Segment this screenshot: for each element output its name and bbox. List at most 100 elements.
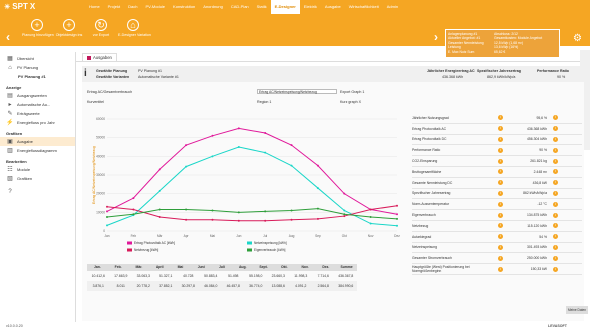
sidebar-item-grafiken[interactable]: ▧ Grafiken xyxy=(0,174,75,183)
x-tick-label: Jun xyxy=(236,234,241,238)
list-icon: ▸ xyxy=(8,102,12,108)
info-icon[interactable]: i xyxy=(498,266,503,272)
info-icon[interactable]: i xyxy=(553,126,558,132)
sidebar-item-pv-planung-1[interactable]: PV Planung #1 xyxy=(0,72,75,81)
result-name: Performance Ratio xyxy=(412,148,441,153)
info-icon[interactable]: i xyxy=(498,136,503,142)
info-icon[interactable]: i xyxy=(498,244,503,250)
data-point xyxy=(264,151,267,154)
sidebar-item-module[interactable]: ☷ Module xyxy=(0,165,75,174)
sidebar-item-label: PV Planung #1 xyxy=(18,74,46,79)
info-icon[interactable]: i xyxy=(553,266,558,272)
sidebar-item-energieflussdiagramm[interactable]: ▥ Energieflussdiagramm xyxy=(0,146,75,155)
data-point xyxy=(158,189,161,192)
chevron-right-icon[interactable]: › xyxy=(434,30,438,44)
info-icon[interactable]: i xyxy=(553,244,558,250)
nav-item-statik[interactable]: Statik xyxy=(253,0,271,14)
nav-item-cad-plan[interactable]: CAD-Plan xyxy=(227,0,253,14)
toolbar-button-1[interactable]: + Objektdesign ins xyxy=(54,19,84,37)
house-icon: ⌂ xyxy=(8,64,12,71)
nav-item-wirtschaftlichkeit[interactable]: Wirtschaftlichkeit xyxy=(345,0,383,14)
toolbar-button-2[interactable]: ↻ vor Export xyxy=(86,19,116,37)
sidebar-item-label: Energieflussdiagramm xyxy=(17,148,57,153)
result-row: Ertrag Photovoltaik DC i 456.304 kWh i xyxy=(412,135,582,146)
export-graph-label[interactable]: Export Graph 1 xyxy=(340,90,364,94)
result-row: Norm-Aussentemperatur i -12 °C i xyxy=(412,199,582,211)
sidebar-item-pv-planung[interactable]: ⌂ PV Planung xyxy=(0,63,75,72)
info-icon[interactable]: i xyxy=(553,234,558,240)
toolbar-button-0[interactable]: + Planung hinzufügen xyxy=(22,19,54,37)
summary-label-variante: Gewählte Varianten xyxy=(96,75,130,79)
version-text: v10.0.0.20 xyxy=(6,324,23,328)
x-tick-label: Sep xyxy=(315,234,321,238)
info-icon[interactable]: i xyxy=(553,212,558,218)
sidebar-item-automatische-au-[interactable]: ▸ Automatische Au... xyxy=(0,100,75,109)
data-point xyxy=(343,215,346,218)
info-icon[interactable]: i xyxy=(498,234,503,240)
legend-swatch xyxy=(247,241,252,245)
toolbar-button-label: E-Designer Variation xyxy=(118,33,151,37)
nav-item-pv-module[interactable]: PV-Module xyxy=(141,0,169,14)
data-point xyxy=(264,132,267,134)
legend-label: Ertrag Photovoltaik AC [kWh] xyxy=(134,241,175,245)
info-icon[interactable]: i xyxy=(553,136,558,142)
info-icon[interactable]: i xyxy=(553,223,558,229)
footer: v10.0.0.20 LEVASOFT xyxy=(0,322,590,332)
nav-item-anordnung[interactable]: Anordnung xyxy=(199,0,227,14)
sidebar-item-energiefluss-pro-jahr[interactable]: ⚡ Energiefluss pro Jahr xyxy=(0,118,75,127)
chevron-left-icon[interactable]: ‹ xyxy=(6,30,10,44)
result-row: Netzbezug i 115.120 kWh i xyxy=(412,221,582,232)
my-data-button[interactable]: Meine Daten xyxy=(566,306,588,314)
info-icon[interactable]: i xyxy=(498,212,503,218)
info-icon[interactable]: i xyxy=(498,180,503,186)
nav-item-ausgabe[interactable]: Ausgabe xyxy=(321,0,345,14)
tab-row: Ausgaben xyxy=(76,52,590,62)
y-axis-label: Ertrag AC/Netzeinspeisung/Netzbezug xyxy=(92,146,96,204)
nav-item-konstruktion[interactable]: Konstruktion xyxy=(169,0,199,14)
toolbar-button-3[interactable]: ⌂ E-Designer Variation xyxy=(118,19,151,37)
info-icon[interactable]: i xyxy=(498,126,503,132)
info-icon[interactable]: i xyxy=(498,190,503,196)
info-icon[interactable]: i xyxy=(498,255,503,261)
sidebar-item-ausgabe[interactable]: ▣ Ausgabe xyxy=(0,137,75,146)
nav-item-admin[interactable]: Admin xyxy=(383,0,402,14)
sidebar-item-ausgangswerten[interactable]: ▤ Ausgangswerten xyxy=(0,91,75,100)
info-icon[interactable]: i xyxy=(553,158,558,164)
nav-item-elektrik[interactable]: Elektrik xyxy=(300,0,321,14)
tab-ausgaben[interactable]: Ausgaben xyxy=(82,53,117,61)
nav-item-home[interactable]: Home xyxy=(85,0,104,14)
info-icon[interactable]: i xyxy=(498,201,503,207)
nav-item-e-designer[interactable]: E-Designer xyxy=(270,0,300,14)
data-point xyxy=(185,165,188,168)
info-icon[interactable]: i xyxy=(553,169,558,175)
sidebar-item-ertr-gswerte[interactable]: ✎ Erträgswerte xyxy=(0,109,75,118)
table-header-cell: Feb. xyxy=(107,264,129,271)
info-icon[interactable]: i xyxy=(553,180,558,186)
info-icon[interactable]: i xyxy=(498,158,503,164)
help-button[interactable]: ? xyxy=(0,187,75,196)
info-icon[interactable]: i xyxy=(553,255,558,261)
result-name: Eigenverbrauch xyxy=(412,213,436,218)
main-nav: Home Projekt Dach PV-Module Konstruktion Anor… xyxy=(85,0,402,14)
info-icon[interactable]: i xyxy=(498,115,503,121)
info-icon[interactable]: i xyxy=(498,223,503,229)
chart-title-input[interactable]: Ertrag AC/Netzeinspeisung/Netzbezug xyxy=(257,89,337,94)
nav-item-projekt[interactable]: Projekt xyxy=(104,0,124,14)
info-icon[interactable]: i xyxy=(498,169,503,175)
info-icon[interactable]: i xyxy=(553,190,558,196)
info-icon[interactable]: i xyxy=(553,201,558,207)
sidebar-item-overview[interactable]: ▦ Übersicht xyxy=(0,54,75,63)
data-point xyxy=(343,213,346,216)
toolbar-button-label: Planung hinzufügen xyxy=(22,33,54,37)
gear-icon[interactable]: ⚙ xyxy=(565,28,590,48)
info-icon[interactable]: i xyxy=(553,115,558,121)
nav-item-dach[interactable]: Dach xyxy=(124,0,141,14)
result-value: 95,6 % xyxy=(536,115,547,120)
result-value: 436.368 kWh xyxy=(527,126,547,131)
data-point xyxy=(264,210,267,213)
info-icon[interactable]: i xyxy=(498,147,503,153)
table-cell: 7.714,6 xyxy=(317,274,329,278)
table-header-cell: Okt. xyxy=(273,264,295,271)
info-icon[interactable]: i xyxy=(553,147,558,153)
result-name: Spezifischer Jahresertrag xyxy=(412,191,451,196)
